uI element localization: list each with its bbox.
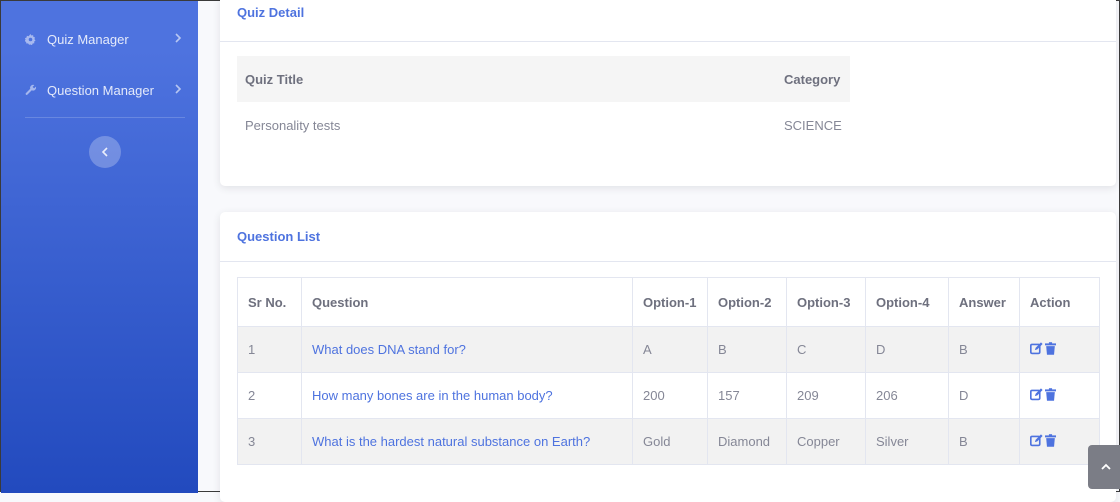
edit-icon[interactable] — [1030, 341, 1043, 358]
chevron-up-icon — [1101, 463, 1111, 471]
option-4-cell: 206 — [865, 372, 949, 419]
sr-cell: 2 — [237, 372, 302, 419]
chevron-left-icon — [101, 147, 109, 157]
card-title: Quiz Detail — [237, 5, 305, 20]
option-3-cell: Copper — [786, 418, 866, 465]
wrench-icon — [25, 84, 39, 96]
trash-icon[interactable] — [1045, 433, 1056, 450]
option-2-cell: 157 — [707, 372, 787, 419]
option-3-cell: C — [786, 326, 866, 373]
option-3-cell: 209 — [786, 372, 866, 419]
table-row: 1 What does DNA stand for? A B C D B — [237, 326, 1100, 373]
trash-icon[interactable] — [1045, 387, 1056, 404]
option-4-cell: Silver — [865, 418, 949, 465]
card-title: Question List — [237, 229, 321, 244]
edit-icon[interactable] — [1030, 433, 1043, 450]
sidebar-toggle-button[interactable] — [89, 136, 121, 168]
chevron-right-icon — [174, 32, 182, 46]
chevron-right-icon — [174, 83, 182, 97]
answer-cell: B — [948, 326, 1020, 373]
column-header: Quiz Title — [237, 56, 776, 102]
question-cell: What does DNA stand for? — [301, 326, 633, 373]
action-cell — [1019, 372, 1100, 419]
column-header: Question — [301, 277, 633, 327]
question-cell: How many bones are in the human body? — [301, 372, 633, 419]
column-header: Option-1 — [632, 277, 708, 327]
sidebar-item-label: Quiz Manager — [47, 31, 129, 47]
column-header: Action — [1019, 277, 1100, 327]
action-cell — [1019, 326, 1100, 373]
sidebar-item-quiz-manager[interactable]: Quiz Manager — [1, 17, 198, 61]
quiz-detail-card: Quiz Detail Quiz Title Category Personal… — [220, 0, 1116, 186]
column-header: Option-3 — [786, 277, 866, 327]
option-1-cell: Gold — [632, 418, 708, 465]
option-1-cell: 200 — [632, 372, 708, 419]
table-row: Personality tests SCIENCE — [237, 102, 850, 148]
sidebar: Quiz Manager Question Manager — [1, 1, 198, 493]
question-cell: What is the hardest natural substance on… — [301, 418, 633, 465]
scroll-to-top-button[interactable] — [1088, 445, 1120, 489]
option-2-cell: Diamond — [707, 418, 787, 465]
question-link[interactable]: What is the hardest natural substance on… — [312, 434, 590, 449]
answer-cell: B — [948, 418, 1020, 465]
question-list-header: Question List — [220, 212, 1116, 262]
sr-cell: 3 — [237, 418, 302, 465]
answer-cell: D — [948, 372, 1020, 419]
category-cell: SCIENCE — [784, 117, 842, 133]
question-link[interactable]: How many bones are in the human body? — [312, 388, 553, 403]
sidebar-item-label: Question Manager — [47, 82, 154, 98]
question-link[interactable]: What does DNA stand for? — [312, 342, 466, 357]
trash-icon[interactable] — [1045, 341, 1056, 358]
edit-icon[interactable] — [1030, 387, 1043, 404]
column-header: Category — [776, 56, 850, 102]
quiz-title-cell: Personality tests — [245, 117, 341, 133]
sidebar-item-question-manager[interactable]: Question Manager — [1, 68, 198, 112]
sr-cell: 1 — [237, 326, 302, 373]
column-header: Option-2 — [707, 277, 787, 327]
question-table: Sr No. Question Option-1 Option-2 Option… — [237, 277, 1100, 465]
option-4-cell: D — [865, 326, 949, 373]
column-header: Answer — [948, 277, 1020, 327]
option-1-cell: A — [632, 326, 708, 373]
quiz-detail-header: Quiz Detail — [220, 0, 1116, 42]
table-row: 2 How many bones are in the human body? … — [237, 372, 1100, 419]
option-2-cell: B — [707, 326, 787, 373]
table-row: 3 What is the hardest natural substance … — [237, 418, 1100, 465]
cog-icon — [25, 33, 39, 45]
quiz-detail-table: Quiz Title Category Personality tests SC… — [237, 56, 850, 148]
column-header: Sr No. — [237, 277, 302, 327]
column-header: Option-4 — [865, 277, 949, 327]
sidebar-divider — [25, 117, 185, 118]
